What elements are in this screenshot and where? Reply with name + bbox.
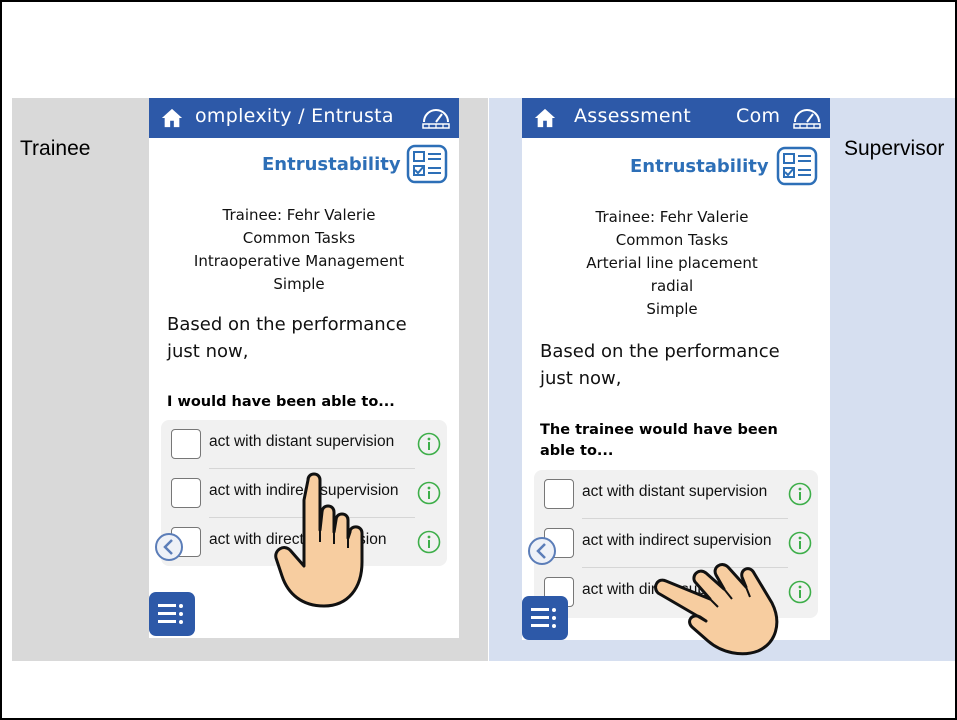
hand-pointer-icon [654, 563, 779, 656]
option-distant-supervision[interactable]: act with distant supervision [534, 470, 818, 518]
home-icon[interactable] [534, 107, 556, 129]
info-icon[interactable] [417, 481, 441, 505]
chevron-left-icon[interactable] [527, 536, 557, 566]
complexity: Simple [646, 300, 698, 318]
chevron-left-icon[interactable] [154, 532, 184, 562]
info-icon[interactable] [417, 530, 441, 554]
nav-title-secondary: Com [736, 105, 781, 127]
menu-button[interactable] [149, 592, 195, 636]
info-icon[interactable] [788, 580, 812, 604]
option-label: act with indirect supervision [582, 532, 772, 549]
checklist-icon[interactable] [406, 144, 448, 184]
complexity: Simple [273, 275, 325, 293]
assessment-info: Trainee: Fehr Valerie Common Tasks Arter… [522, 206, 826, 321]
assessment-info: Trainee: Fehr Valerie Common Tasks Intra… [149, 204, 454, 296]
slide: Trainee Supervisor omplexity / Entrusta … [0, 0, 957, 720]
page-title: Entrustability [262, 154, 401, 175]
info-icon[interactable] [788, 482, 812, 506]
checkbox[interactable] [171, 429, 201, 459]
task-name: Arterial line placement [586, 254, 758, 272]
option-label: act with distant supervision [209, 433, 395, 450]
nav-title: omplexity / Entrusta [195, 105, 394, 127]
page-title: Entrustability [630, 156, 769, 177]
question-text: The trainee would have been able to... [540, 422, 778, 459]
menu-button[interactable] [522, 596, 568, 640]
checklist-icon[interactable] [776, 146, 818, 186]
nav-bar: omplexity / Entrusta [149, 98, 459, 138]
menu-icon [158, 604, 183, 624]
info-icon[interactable] [417, 432, 441, 456]
performance-prompt: Based on the performance just now, [540, 341, 780, 389]
nav-bar: Assessment Com [522, 98, 830, 138]
menu-icon [531, 608, 556, 628]
task-name: Intraoperative Management [193, 252, 405, 270]
trainee-name: Trainee: Fehr Valerie [222, 206, 376, 224]
task-category: Common Tasks [615, 231, 729, 249]
question-text: I would have been able to... [167, 394, 395, 410]
info-icon[interactable] [788, 531, 812, 555]
hand-pointer-icon [274, 472, 364, 608]
gauge-icon[interactable] [792, 104, 822, 130]
home-icon[interactable] [161, 107, 183, 129]
trainee-label: Trainee [20, 137, 91, 160]
nav-title: Assessment [574, 105, 691, 127]
gauge-icon[interactable] [421, 104, 451, 130]
option-distant-supervision[interactable]: act with distant supervision [161, 420, 447, 468]
supervisor-label: Supervisor [844, 137, 945, 160]
performance-prompt: Based on the performance just now, [167, 314, 407, 362]
checkbox[interactable] [171, 478, 201, 508]
task-category: Common Tasks [242, 229, 356, 247]
task-variant: radial [650, 277, 694, 295]
checkbox[interactable] [544, 479, 574, 509]
trainee-name: Trainee: Fehr Valerie [595, 208, 749, 226]
option-label: act with distant supervision [582, 483, 768, 500]
